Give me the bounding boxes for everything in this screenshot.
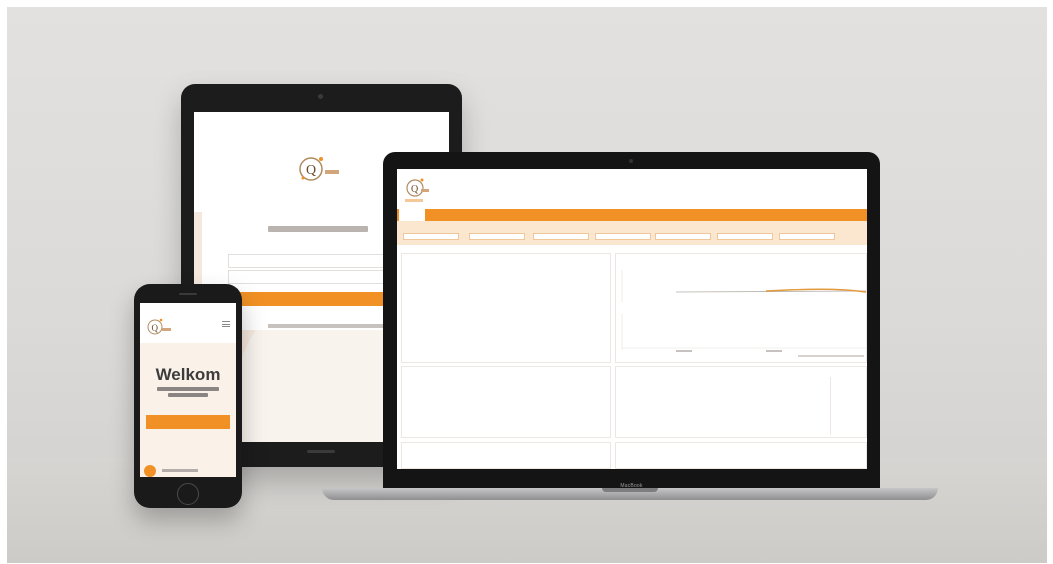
svg-text:Q: Q xyxy=(411,184,419,195)
svg-text:Q: Q xyxy=(152,323,159,333)
filter-3-label xyxy=(533,225,589,230)
laptop-base xyxy=(322,488,938,500)
phone-brand-logo: Q xyxy=(147,318,171,335)
svg-text:Q: Q xyxy=(306,163,316,178)
filter-2 xyxy=(469,225,525,241)
phone-welcome-heading: Welkom xyxy=(155,365,221,384)
nav-tab-3[interactable] xyxy=(463,209,485,221)
tablet-camera xyxy=(318,94,323,99)
panel-top-right xyxy=(615,253,867,363)
dashboard-filter-bar xyxy=(397,221,867,245)
laptop-base-notch xyxy=(602,488,658,492)
phone-device: Q Welkom xyxy=(134,284,242,508)
filter-6-select[interactable] xyxy=(717,233,773,240)
tablet-home-bar xyxy=(307,450,335,453)
phone-subtitle-line-2 xyxy=(168,393,208,397)
mid-right-divider xyxy=(830,377,831,435)
filter-6 xyxy=(717,225,773,241)
phone-status-bar xyxy=(144,305,232,310)
filter-1 xyxy=(403,225,459,241)
hamburger-menu-icon[interactable] xyxy=(222,321,230,327)
phone-subtitle xyxy=(150,385,226,399)
tablet-footer-text xyxy=(268,324,398,328)
filter-5-label xyxy=(655,225,711,230)
dashboard-header: Q xyxy=(397,169,867,209)
filter-7 xyxy=(779,225,835,241)
phone-cta-button[interactable] xyxy=(146,415,230,429)
nav-tab-4[interactable] xyxy=(489,209,527,221)
filter-7-select[interactable] xyxy=(779,233,835,240)
phone-floating-button[interactable] xyxy=(144,465,156,477)
phone-background-shape xyxy=(140,343,236,477)
phone-subtitle-line-1 xyxy=(157,387,219,391)
filter-1-select[interactable] xyxy=(403,233,459,240)
phone-speaker xyxy=(179,293,197,295)
dashboard-brand-logo[interactable]: Q xyxy=(401,175,431,205)
filter-2-label xyxy=(469,225,525,230)
panel-bottom-right xyxy=(615,442,867,469)
filter-2-select[interactable] xyxy=(469,233,525,240)
filter-3 xyxy=(533,225,589,241)
nav-tab-1[interactable] xyxy=(399,209,425,221)
filter-3-select[interactable] xyxy=(533,233,589,240)
filter-6-label xyxy=(717,225,773,230)
phone-home-button[interactable] xyxy=(177,483,199,505)
phone-bottom-text xyxy=(162,469,198,472)
laptop-camera xyxy=(629,159,633,163)
phone-screen: Q Welkom xyxy=(140,303,236,477)
filter-1-label xyxy=(403,225,459,230)
filter-5-select[interactable] xyxy=(655,233,711,240)
panel-top-left xyxy=(401,253,611,363)
laptop-screen: Q xyxy=(397,169,867,469)
filter-7-label xyxy=(779,225,835,230)
panel-mid-right xyxy=(615,366,867,438)
trend-chart-lower xyxy=(621,314,866,357)
panel-bottom-left xyxy=(401,442,611,469)
laptop-device: Q MacBook xyxy=(383,152,880,489)
tablet-brand-logo: Q xyxy=(299,157,339,181)
filter-4-label xyxy=(595,225,651,230)
filter-4-select[interactable] xyxy=(595,233,651,240)
filter-5 xyxy=(655,225,711,241)
nav-tab-2[interactable] xyxy=(429,209,459,221)
filter-4 xyxy=(595,225,651,241)
dashboard-nav-bar xyxy=(397,209,867,221)
tablet-status-bar xyxy=(200,115,443,121)
tablet-login-heading xyxy=(268,226,368,232)
trend-chart-upper xyxy=(621,270,866,302)
panel-mid-left xyxy=(401,366,611,438)
